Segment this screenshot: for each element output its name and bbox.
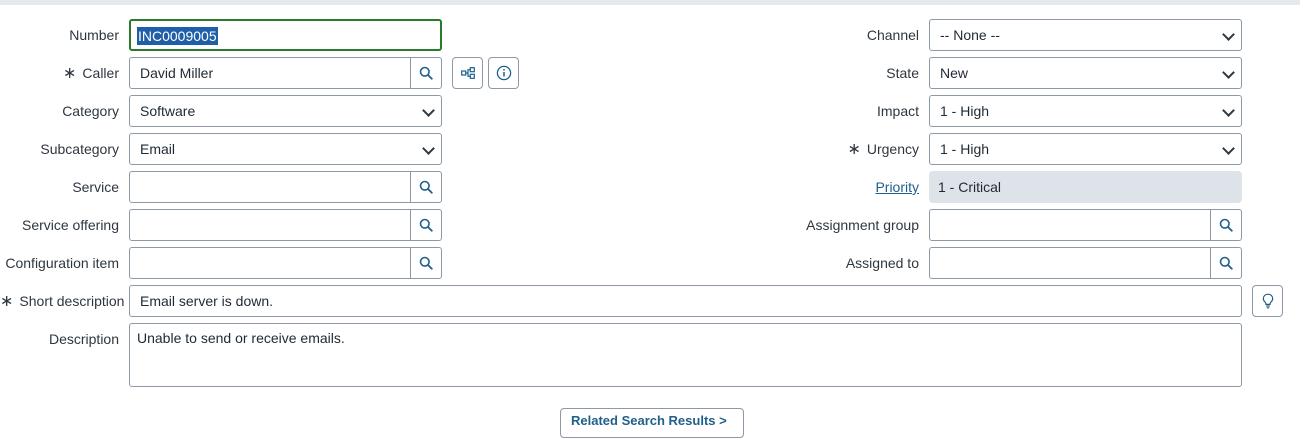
show-related-tree-button[interactable]	[452, 57, 483, 89]
configuration-item-field[interactable]	[129, 247, 442, 279]
description-label: Description	[48, 331, 119, 347]
impact-value: 1 - High	[940, 103, 990, 119]
urgency-select[interactable]: 1 - High	[929, 133, 1242, 165]
chevron-down-icon	[1222, 142, 1235, 155]
service-lookup-button[interactable]	[410, 172, 441, 202]
chevron-down-icon	[1222, 104, 1235, 117]
subcategory-value: Email	[140, 141, 176, 157]
state-select[interactable]: New	[929, 57, 1242, 89]
impact-label: Impact	[876, 103, 919, 119]
chevron-down-icon	[1222, 66, 1235, 79]
number-value: INC0009005	[137, 27, 218, 45]
short-description-value: Email server is down.	[140, 293, 274, 309]
priority-label-wrap: Priority	[700, 171, 919, 203]
required-marker: ∗	[0, 293, 14, 310]
chevron-down-icon	[1222, 28, 1235, 41]
configuration-item-label: Configuration item	[5, 255, 119, 271]
assigned-to-lookup-button[interactable]	[1210, 248, 1241, 278]
service-label: Service	[72, 179, 119, 195]
service-field[interactable]	[129, 171, 442, 203]
priority-link[interactable]: Priority	[875, 179, 919, 195]
short-description-label-wrap: ∗ Short description	[0, 285, 124, 317]
number-field[interactable]: INC0009005	[129, 19, 442, 51]
impact-select[interactable]: 1 - High	[929, 95, 1242, 127]
state-value: New	[940, 65, 969, 81]
assignment-group-label: Assignment group	[806, 217, 919, 233]
category-select[interactable]: Software	[129, 95, 442, 127]
description-textarea[interactable]: Unable to send or receive emails.	[129, 323, 1242, 387]
lightbulb-icon	[1262, 293, 1273, 309]
urgency-value: 1 - High	[940, 141, 990, 157]
assignment-group-field[interactable]	[929, 209, 1242, 241]
service-offering-field[interactable]	[129, 209, 442, 241]
suggestion-button[interactable]	[1252, 285, 1283, 317]
description-value: Unable to send or receive emails.	[137, 330, 345, 346]
chevron-down-icon	[422, 142, 435, 155]
configuration-item-lookup-button[interactable]	[410, 248, 441, 278]
urgency-label: Urgency	[866, 141, 919, 157]
short-description-field[interactable]: Email server is down.	[129, 285, 1242, 317]
search-icon	[419, 218, 433, 232]
top-bar	[0, 0, 1300, 5]
chevron-down-icon	[422, 104, 435, 117]
channel-value: -- None --	[940, 27, 1000, 43]
category-value: Software	[140, 103, 196, 119]
subcategory-label: Subcategory	[40, 141, 119, 157]
caller-lookup-button[interactable]	[410, 58, 441, 88]
service-offering-lookup-button[interactable]	[410, 210, 441, 240]
caller-label-wrap: ∗ Caller	[0, 57, 119, 89]
required-marker: ∗	[847, 141, 861, 158]
category-label: Category	[62, 103, 119, 119]
caller-info-button[interactable]	[488, 57, 519, 89]
search-icon	[1219, 256, 1233, 270]
channel-label: Channel	[866, 27, 919, 43]
subcategory-select[interactable]: Email	[129, 133, 442, 165]
channel-select[interactable]: -- None --	[929, 19, 1242, 51]
caller-label: Caller	[82, 65, 119, 81]
urgency-label-wrap: ∗ Urgency	[700, 133, 919, 165]
search-icon	[1219, 218, 1233, 232]
hierarchy-icon	[460, 67, 475, 79]
number-label: Number	[69, 27, 119, 43]
assigned-to-field[interactable]	[929, 247, 1242, 279]
assigned-to-label: Assigned to	[845, 255, 919, 271]
short-description-label: Short description	[19, 293, 125, 309]
required-marker: ∗	[63, 65, 77, 82]
assignment-group-lookup-button[interactable]	[1210, 210, 1241, 240]
search-icon	[419, 66, 433, 80]
search-icon	[419, 180, 433, 194]
caller-field[interactable]: David Miller	[129, 57, 442, 89]
search-icon	[419, 256, 433, 270]
service-offering-label: Service offering	[21, 217, 119, 233]
info-icon	[496, 65, 511, 81]
state-label: State	[886, 65, 919, 81]
priority-value: 1 - Critical	[938, 179, 1002, 195]
priority-field: 1 - Critical	[929, 171, 1242, 203]
caller-value: David Miller	[140, 65, 214, 81]
related-search-results-button[interactable]: Related Search Results >	[560, 408, 744, 438]
